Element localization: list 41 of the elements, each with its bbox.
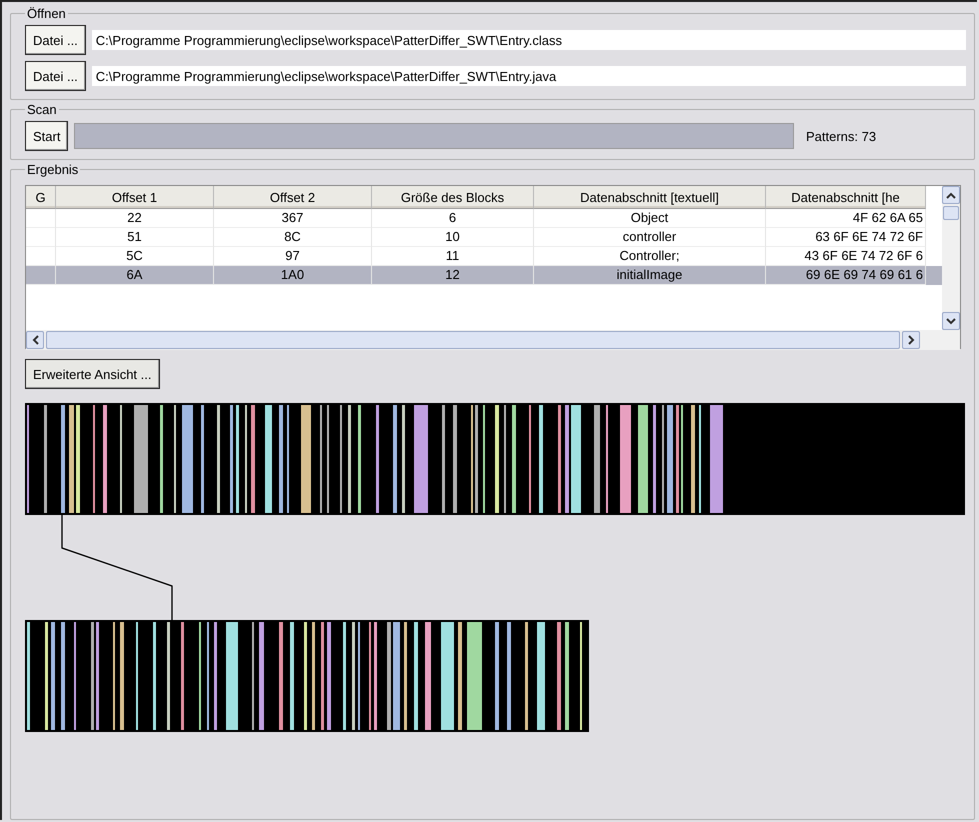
column-header[interactable]: Offset 1 (56, 186, 214, 209)
table-cell: 4F 62 6A 65 (766, 209, 926, 228)
table-cell (26, 209, 56, 228)
vertical-scrollbar[interactable] (942, 186, 960, 330)
patterns-count: Patterns: 73 (805, 128, 878, 144)
table-cell: 1A0 (214, 266, 372, 285)
table-row[interactable]: 6A 1A0 12 initialImage 69 6E 69 74 69 61 6 (26, 266, 942, 285)
scroll-thumb[interactable] (46, 331, 900, 349)
table-cell: 10 (372, 228, 534, 247)
table-cell: 51 (56, 228, 214, 247)
table-cell: 8C (214, 228, 372, 247)
table-cell: 22 (56, 209, 214, 228)
table-cell: Object (534, 209, 766, 228)
horizontal-scrollbar[interactable] (26, 330, 960, 350)
table-cell: 69 6E 69 74 69 61 6 (766, 266, 926, 285)
column-header[interactable]: G (26, 186, 56, 209)
path-field[interactable]: C:\Programme Programmierung\eclipse\workspace\PatterDiffer_SWT\Entry.class (92, 30, 966, 50)
group-title: Scan (26, 102, 58, 117)
table-row[interactable]: 51 8C 10 controller 63 6F 6E 74 72 6F (26, 228, 942, 247)
table-cell: 63 6F 6E 74 72 6F (766, 228, 926, 247)
column-header[interactable]: Datenabschnitt [textuell] (534, 186, 766, 209)
table-cell (26, 266, 56, 285)
scroll-thumb[interactable] (943, 206, 959, 220)
table-cell: 6A (56, 266, 214, 285)
file-button[interactable]: Datei ... (25, 25, 86, 55)
file-button[interactable]: Datei ... (25, 61, 86, 91)
table-cell (26, 228, 56, 247)
table-cell: 12 (372, 266, 534, 285)
table-cell: controller (534, 228, 766, 247)
path-field[interactable]: C:\Programme Programmierung\eclipse\workspace\PatterDiffer_SWT\Entry.java (92, 66, 966, 86)
table-cell: 367 (214, 209, 372, 228)
start-button[interactable]: Start (25, 121, 68, 151)
column-header[interactable]: Offset 2 (214, 186, 372, 209)
group-title: Öffnen (26, 6, 67, 21)
table-cell: initialImage (534, 266, 766, 285)
table-cell: 6 (372, 209, 534, 228)
table-row[interactable]: 22 367 6 Object 4F 62 6A 65 (26, 209, 942, 228)
column-header[interactable]: Datenabschnitt [he (766, 186, 926, 209)
extended-view-button[interactable]: Erweiterte Ansicht ... (25, 359, 160, 389)
group-title: Ergebnis (26, 162, 80, 177)
column-header[interactable]: Größe des Blocks (372, 186, 534, 209)
